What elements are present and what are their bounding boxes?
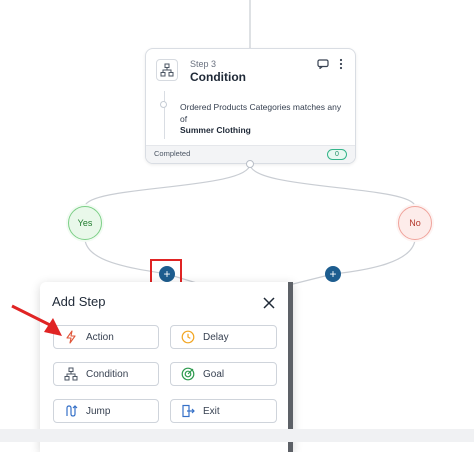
panel-title: Add Step — [52, 294, 106, 309]
jump-icon — [64, 404, 78, 418]
delay-option[interactable]: Delay — [170, 325, 277, 349]
goal-label: Goal — [203, 368, 225, 380]
timeline-dot — [160, 101, 167, 108]
completed-count-badge: 0 — [327, 149, 347, 160]
condition-value: Summer Clothing — [180, 125, 251, 135]
condition-description: Ordered Products Categories matches any … — [180, 102, 342, 124]
target-icon — [181, 367, 195, 381]
step-number: Step 3 — [190, 59, 217, 69]
jump-option[interactable]: Jump — [53, 399, 159, 423]
condition-step-card[interactable]: Step 3 Condition Ordered Products Catego… — [145, 48, 356, 164]
workflow-canvas: Step 3 Condition Ordered Products Catego… — [0, 0, 474, 452]
output-port[interactable] — [246, 160, 254, 168]
canvas-bottom-edge — [0, 429, 474, 442]
exit-label: Exit — [203, 405, 220, 417]
more-options-icon[interactable] — [338, 58, 344, 70]
delay-label: Delay — [203, 331, 229, 343]
condition-tree-icon — [64, 367, 78, 381]
step-title: Condition — [190, 70, 246, 84]
action-option[interactable]: Action — [53, 325, 159, 349]
action-label: Action — [86, 331, 114, 343]
condition-tree-icon — [156, 59, 178, 81]
close-icon[interactable] — [262, 296, 276, 310]
timeline-line — [164, 91, 165, 139]
comment-icon[interactable] — [317, 59, 329, 69]
add-step-button-no[interactable]: + — [325, 266, 341, 282]
no-branch-node[interactable]: No — [398, 206, 432, 240]
add-step-panel: Add Step Action Delay Condition Goal Jum… — [40, 282, 293, 452]
clock-icon — [181, 330, 195, 344]
exit-option[interactable]: Exit — [170, 399, 277, 423]
lightning-icon — [64, 330, 78, 344]
panel-scrollbar[interactable] — [288, 282, 293, 452]
status-label: Completed — [154, 149, 191, 158]
yes-branch-node[interactable]: Yes — [68, 206, 102, 240]
jump-label: Jump — [86, 405, 111, 417]
condition-option[interactable]: Condition — [53, 362, 159, 386]
exit-icon — [181, 404, 195, 418]
condition-label: Condition — [86, 368, 129, 380]
goal-option[interactable]: Goal — [170, 362, 277, 386]
